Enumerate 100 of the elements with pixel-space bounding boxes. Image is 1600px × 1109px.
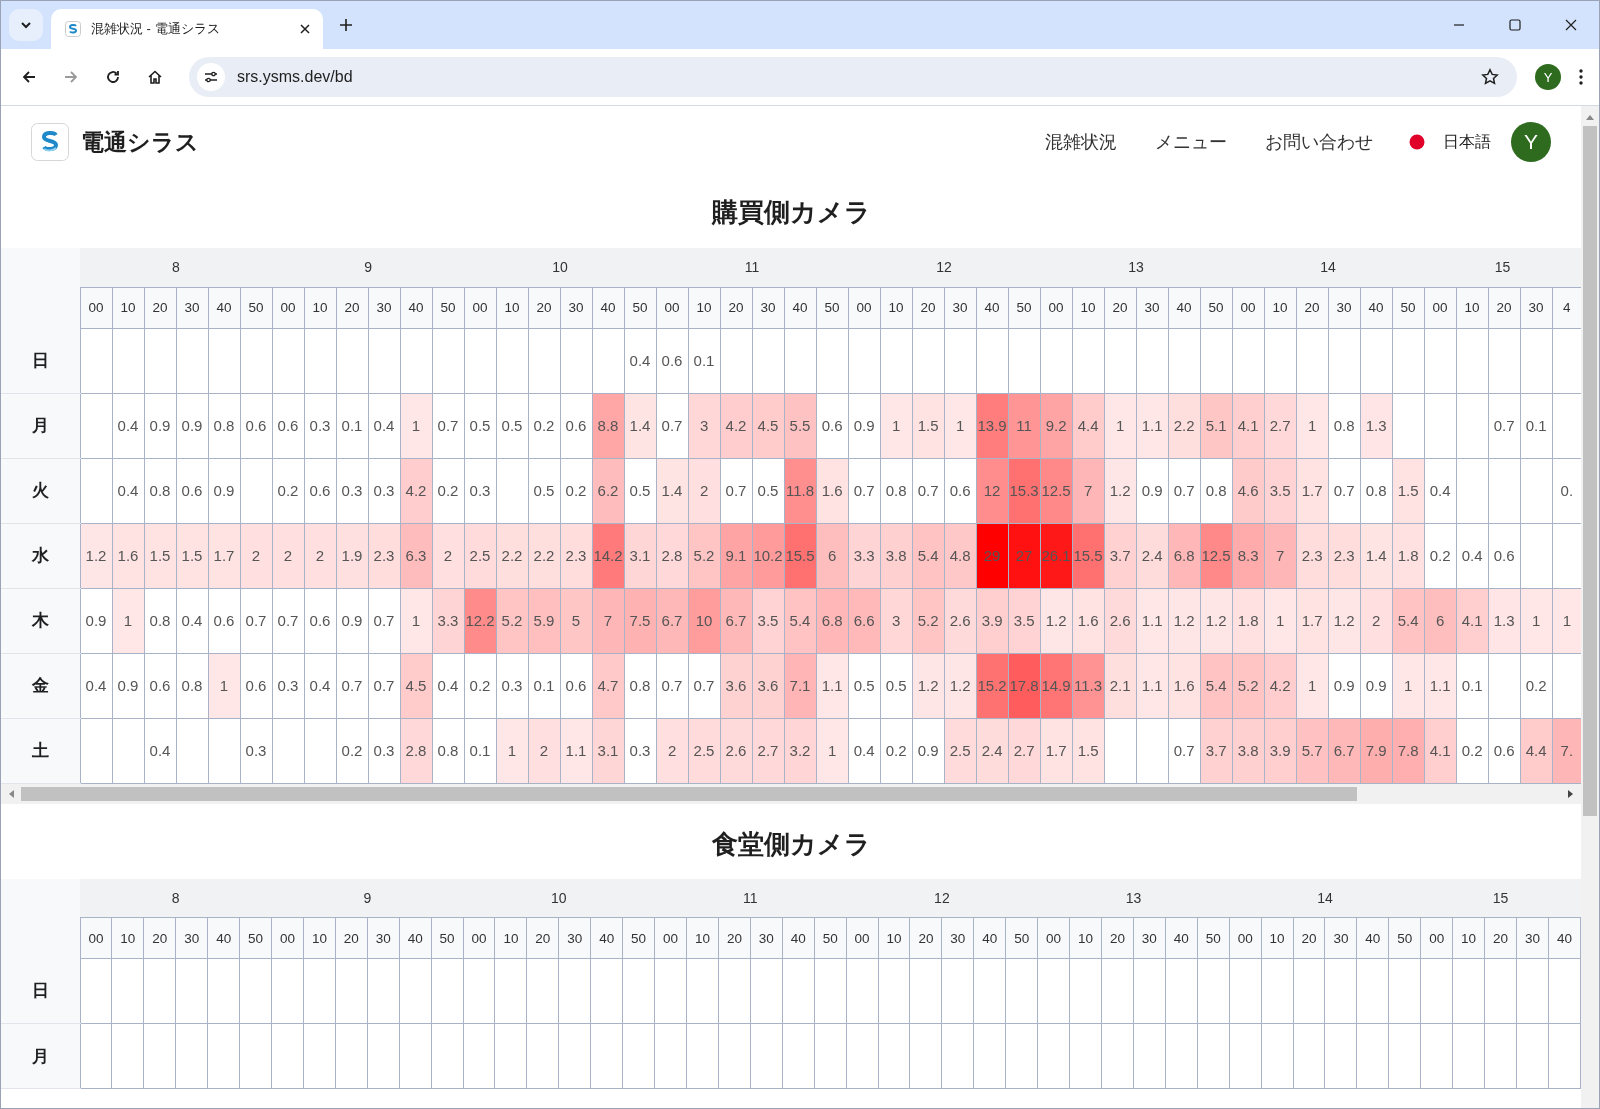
table-cell: 0.5: [880, 653, 913, 718]
table-cell: 2.3: [1328, 523, 1361, 588]
table-cell: 5.4: [912, 523, 945, 588]
table-cell: 6.7: [720, 588, 753, 653]
table-cell: 4.1: [1456, 588, 1489, 653]
close-icon[interactable]: [299, 23, 311, 35]
browser-tab[interactable]: 混雑状況 - 電通シラス: [51, 9, 323, 49]
table-cell: 0.4: [1456, 523, 1489, 588]
table-cell: 2.7: [1008, 718, 1041, 783]
hour-label: 9: [364, 259, 372, 276]
table-cell: 5.9: [528, 588, 561, 653]
column-header: 40: [976, 287, 1009, 328]
table-cell: 1: [496, 718, 529, 783]
table-cell: 0.3: [624, 718, 657, 783]
table-cell: 5.2: [688, 523, 721, 588]
back-icon[interactable]: [21, 69, 37, 85]
table-cell: 0.4: [112, 458, 144, 523]
column-header: 20: [1296, 287, 1329, 328]
column-header: 20: [143, 917, 176, 959]
column-header: 00: [846, 917, 879, 959]
table-cell: 0.7: [1168, 718, 1201, 783]
table-cell: 0.6: [272, 393, 304, 458]
row-header: 日: [1, 328, 80, 393]
table-cell: 15.5: [1072, 523, 1105, 588]
scroll-left-icon[interactable]: [8, 789, 14, 798]
column-header: 10: [878, 917, 910, 959]
table-cell: 0.7: [336, 653, 368, 718]
table-cell: 7.9: [1360, 718, 1393, 783]
table-cell: 0.9: [1328, 653, 1361, 718]
reload-icon[interactable]: [105, 69, 121, 85]
language-selector[interactable]: 日本語: [1443, 131, 1491, 153]
table-cell: 2: [688, 458, 721, 523]
table-cell: 0.4: [432, 653, 465, 718]
table-cell: 3.5: [752, 588, 785, 653]
tab-list-button[interactable]: [9, 9, 43, 41]
nav-link[interactable]: 混雑状況: [1045, 130, 1117, 154]
horizontal-scrollbar[interactable]: [1, 783, 1581, 804]
logo-icon[interactable]: [31, 123, 69, 161]
hour-label: 8: [171, 889, 180, 906]
table-cell: 1.5: [176, 523, 208, 588]
table-cell: 1.2: [1168, 588, 1201, 653]
table-cell: 3.9: [976, 588, 1009, 653]
table-cell: 1.6: [112, 523, 144, 588]
table-cell: 0.4: [176, 588, 208, 653]
table-cell: 0.4: [848, 718, 881, 783]
table-cell: 11.8: [784, 458, 817, 523]
home-icon[interactable]: [147, 69, 163, 85]
table-cell: 1.5: [144, 523, 176, 588]
column-header: 30: [752, 287, 785, 328]
maximize-icon[interactable]: [1509, 19, 1521, 31]
table-cell: 0.2: [432, 458, 465, 523]
table-cell: 7.: [1552, 718, 1581, 783]
table-cell: 2.2: [528, 523, 561, 588]
kebab-menu-icon[interactable]: [1579, 69, 1583, 85]
table-cell: 5.4: [784, 588, 817, 653]
table-cell: 0.3: [368, 718, 400, 783]
hour-label: 14: [1317, 889, 1333, 906]
column-header: 40: [973, 917, 1006, 959]
nav-link[interactable]: メニュー: [1155, 130, 1227, 154]
table-cell: 4.2: [1264, 653, 1297, 718]
table-cell: 6.6: [848, 588, 881, 653]
table-cell: 0.9: [1360, 653, 1393, 718]
nav-link[interactable]: お問い合わせ: [1265, 130, 1373, 154]
table-cell: 0.6: [1488, 718, 1521, 783]
scrollbar-thumb[interactable]: [21, 786, 1357, 801]
scroll-up-icon[interactable]: [1586, 114, 1594, 120]
row-header: 木: [1, 588, 80, 653]
table-cell: 0.7: [240, 588, 272, 653]
scroll-right-icon[interactable]: [1568, 789, 1574, 798]
table-cell: 0.4: [368, 393, 400, 458]
table-cell: 5: [560, 588, 593, 653]
forward-icon[interactable]: [63, 69, 79, 85]
site-info-button[interactable]: [197, 63, 225, 91]
table-cell: 0.4: [304, 653, 336, 718]
close-icon[interactable]: [1565, 19, 1577, 31]
table-cell: 1.7: [1296, 458, 1329, 523]
site-title[interactable]: 電通シラス: [81, 126, 199, 158]
table-cell: 0.4: [624, 328, 657, 393]
table-cell: 0.8: [624, 653, 657, 718]
table-cell: 10: [688, 588, 721, 653]
table-cell: 1.8: [1392, 523, 1425, 588]
scrollbar[interactable]: [1581, 106, 1599, 1108]
column-header: 00: [271, 917, 304, 959]
profile-avatar[interactable]: Y: [1535, 64, 1561, 90]
hour-label: 12: [936, 259, 952, 276]
table-cell: 0.7: [912, 458, 945, 523]
scrollbar-thumb[interactable]: [1583, 126, 1597, 816]
table-cell: 4.2: [400, 458, 432, 523]
column-header: 30: [175, 917, 208, 959]
star-icon[interactable]: [1481, 68, 1499, 86]
table-cell: 3: [688, 393, 721, 458]
table-cell: 0.2: [272, 458, 304, 523]
column-header: 20: [1484, 917, 1517, 959]
address-bar[interactable]: srs.ysms.dev/bd: [189, 57, 1517, 97]
table-cell: 3.3: [848, 523, 881, 588]
plus-icon[interactable]: [339, 18, 353, 32]
table-cell: 8.3: [1232, 523, 1265, 588]
table-cell: 0.7: [720, 458, 753, 523]
user-avatar[interactable]: Y: [1511, 122, 1551, 162]
table-cell: 3.8: [880, 523, 913, 588]
